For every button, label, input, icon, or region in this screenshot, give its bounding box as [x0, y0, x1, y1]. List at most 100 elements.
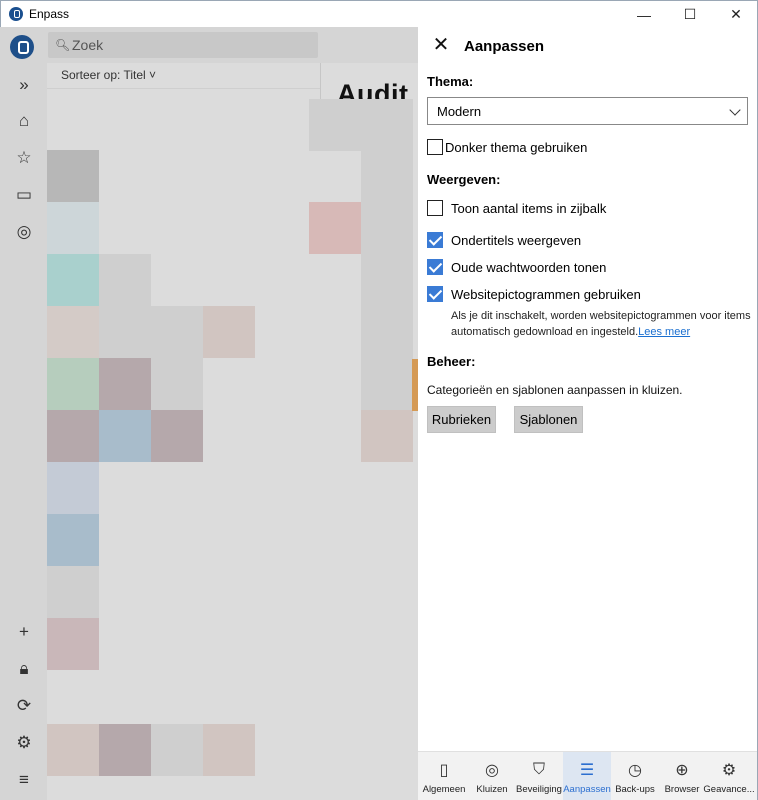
rubrieken-button[interactable]: Rubrieken — [427, 406, 496, 433]
brand-bar: 🔍︎ — [0, 27, 418, 63]
blurred-item-tile — [361, 358, 413, 410]
gear-icon: ⚙ — [721, 762, 737, 779]
option-label: Oude wachtwoorden tonen — [451, 259, 607, 275]
window-title: Enpass — [29, 7, 70, 21]
blurred-item-tile — [47, 462, 99, 514]
blurred-item-tile — [151, 724, 203, 776]
thema-selected-value: Modern — [437, 104, 482, 119]
blurred-item-tile — [47, 618, 99, 670]
identity-icon[interactable]: ◎ — [12, 220, 36, 244]
lock-icon[interactable]: 🔒︎ — [12, 657, 36, 681]
maximize-button[interactable]: ☐ — [667, 1, 713, 28]
option-row[interactable]: Websitepictogrammen gebruiken — [427, 285, 641, 303]
blurred-item-tile — [47, 514, 99, 566]
option-row[interactable]: Toon aantal items in zijbalk — [427, 199, 606, 217]
blurred-item-tile — [361, 202, 413, 254]
option-label: Ondertitels weergeven — [451, 232, 582, 248]
blurred-item-tile — [151, 306, 203, 358]
chevron-down-icon — [729, 104, 741, 116]
old-passwords-checkbox[interactable] — [427, 259, 443, 275]
sort-bar[interactable]: Sorteer op: Titel ˅ — [47, 63, 320, 89]
show-count-checkbox[interactable] — [427, 200, 443, 216]
tab-algemeen[interactable]: ▯ Algemeen — [420, 752, 468, 800]
blurred-item-tile — [47, 724, 99, 776]
blurred-item-tile — [361, 410, 413, 462]
search-input[interactable] — [72, 35, 312, 55]
panel-title: Aanpassen — [464, 38, 545, 55]
sync-icon[interactable]: ⟳ — [12, 694, 36, 718]
beheer-label: Beheer: — [427, 354, 476, 369]
card-icon[interactable]: ▭ — [12, 183, 36, 207]
enpass-logo-icon[interactable] — [10, 35, 34, 59]
option-label: Websitepictogrammen gebruiken — [451, 286, 641, 302]
expand-sidebar-icon[interactable]: » — [12, 73, 36, 97]
close-window-button[interactable]: ✕ — [713, 1, 758, 28]
enpass-logo-icon — [9, 7, 23, 21]
blurred-item-tile — [151, 410, 203, 462]
icon-rail: » ⌂ ☆ ▭ ◎ + 🔒︎ ⟳ ⚙ ≡ — [0, 63, 47, 800]
sliders-icon: ☰ — [579, 762, 595, 779]
blurred-item-tile — [309, 99, 361, 151]
blurred-item-tile — [47, 410, 99, 462]
blurred-item-tile — [47, 358, 99, 410]
blurred-item-tile — [151, 358, 203, 410]
thema-dropdown[interactable]: Modern — [427, 97, 748, 125]
minimize-button[interactable]: — — [621, 1, 667, 28]
tab-kluizen[interactable]: ◎ Kluizen — [468, 752, 516, 800]
search-icon: 🔍︎ — [55, 38, 71, 52]
settings-icon[interactable]: ⚙ — [12, 731, 36, 755]
title-bar: Enpass — ☐ ✕ — [0, 0, 758, 27]
blurred-item-tile — [361, 254, 413, 306]
sort-label[interactable]: Sorteer op: Titel ˅ — [61, 68, 156, 82]
blurred-item-tile — [47, 150, 99, 202]
blurred-item-tile — [99, 306, 151, 358]
star-icon[interactable]: ☆ — [12, 146, 36, 170]
dark-theme-label: Donker thema gebruiken — [445, 139, 588, 155]
tab-label: Geavance... — [703, 784, 755, 795]
blurred-item-tile — [203, 306, 255, 358]
vault-icon: ◎ — [485, 762, 499, 779]
main-app-background: 🔍︎ » ⌂ ☆ ▭ ◎ + 🔒︎ ⟳ ⚙ ≡ Sorteer op: Tite… — [0, 27, 418, 800]
settings-panel: ✕ Aanpassen Thema: Modern Donker thema g… — [418, 27, 758, 800]
blurred-item-tile — [47, 566, 99, 618]
blurred-item-tile — [47, 306, 99, 358]
home-icon[interactable]: ⌂ — [12, 109, 36, 133]
blurred-item-tile — [361, 306, 413, 358]
website-icons-checkbox[interactable] — [427, 286, 443, 302]
subtitles-checkbox[interactable] — [427, 232, 443, 248]
blurred-item-tile — [203, 724, 255, 776]
weergeven-label: Weergeven: — [427, 172, 501, 187]
globe-icon: ⊕ — [675, 762, 689, 779]
panel-header: ✕ Aanpassen — [418, 27, 758, 65]
search-box[interactable]: 🔍︎ — [48, 32, 318, 58]
add-icon[interactable]: + — [12, 620, 36, 644]
dark-theme-option[interactable]: Donker thema gebruiken — [427, 138, 587, 156]
menu-icon[interactable]: ≡ — [12, 768, 36, 792]
blurred-item-tile — [99, 410, 151, 462]
tab-beveiliging[interactable]: ⛉ Beveiliging — [515, 752, 563, 800]
blurred-item-tile — [99, 724, 151, 776]
tab-aanpassen[interactable]: ☰ Aanpassen — [563, 752, 611, 800]
option-label: Toon aantal items in zijbalk — [451, 200, 607, 216]
option-row[interactable]: Oude wachtwoorden tonen — [427, 258, 606, 276]
blurred-item-tile — [99, 358, 151, 410]
tab-back-ups[interactable]: ◷ Back-ups — [611, 752, 659, 800]
tab-browser[interactable]: ⊕ Browser — [658, 752, 706, 800]
tab-geavanceerd[interactable]: ⚙ Geavance... — [703, 752, 755, 800]
phone-icon: ▯ — [439, 762, 449, 779]
blurred-item-tile — [309, 202, 361, 254]
sjablonen-button[interactable]: Sjablonen — [514, 406, 583, 433]
learn-more-link[interactable]: Lees meer — [638, 326, 690, 338]
close-icon[interactable]: ✕ — [430, 34, 452, 56]
thema-label: Thema: — [427, 74, 474, 89]
dark-theme-checkbox[interactable] — [427, 139, 443, 155]
blurred-item-tile — [47, 202, 99, 254]
option-row[interactable]: Ondertitels weergeven — [427, 231, 581, 249]
blurred-item-tile — [361, 150, 413, 202]
backup-icon: ◷ — [628, 762, 642, 779]
shield-icon: ⛉ — [532, 761, 545, 778]
blurred-item-tile — [47, 254, 99, 306]
website-icons-help: Als je dit inschakelt, worden websitepic… — [451, 308, 751, 340]
help-text: Als je dit inschakelt, worden websitepic… — [451, 310, 751, 338]
tab-label: Beveiliging — [516, 784, 562, 795]
